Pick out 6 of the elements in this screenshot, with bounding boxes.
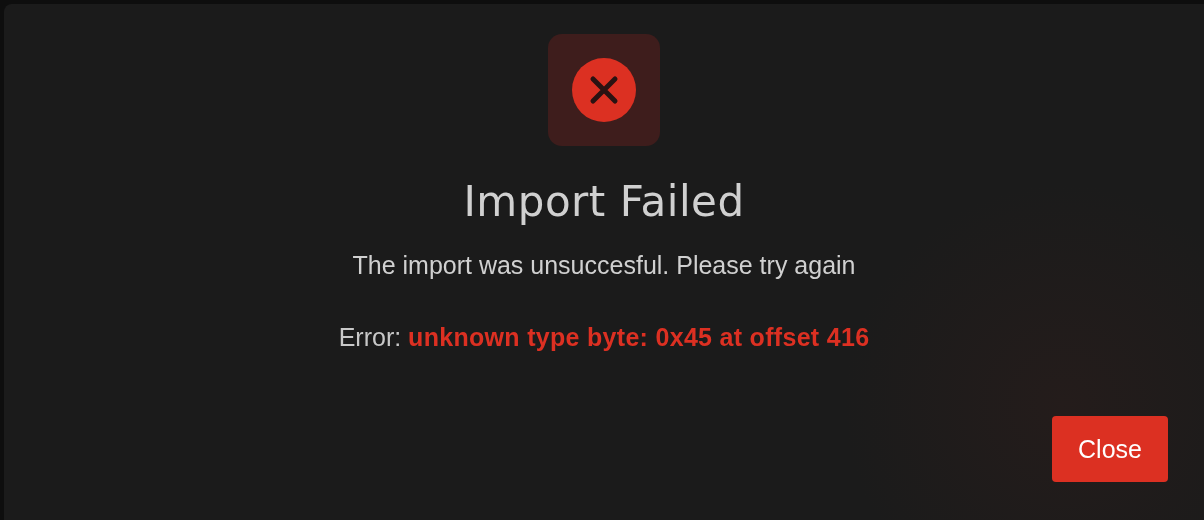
dialog-message: The import was unsuccesful. Please try again [352, 250, 856, 280]
close-button[interactable]: Close [1052, 416, 1168, 482]
dialog-title: Import Failed [463, 176, 745, 228]
error-icon [548, 34, 660, 146]
error-label: Error: [338, 323, 402, 351]
error-text: unknown type byte: 0x45 at offset 416 [408, 323, 870, 351]
